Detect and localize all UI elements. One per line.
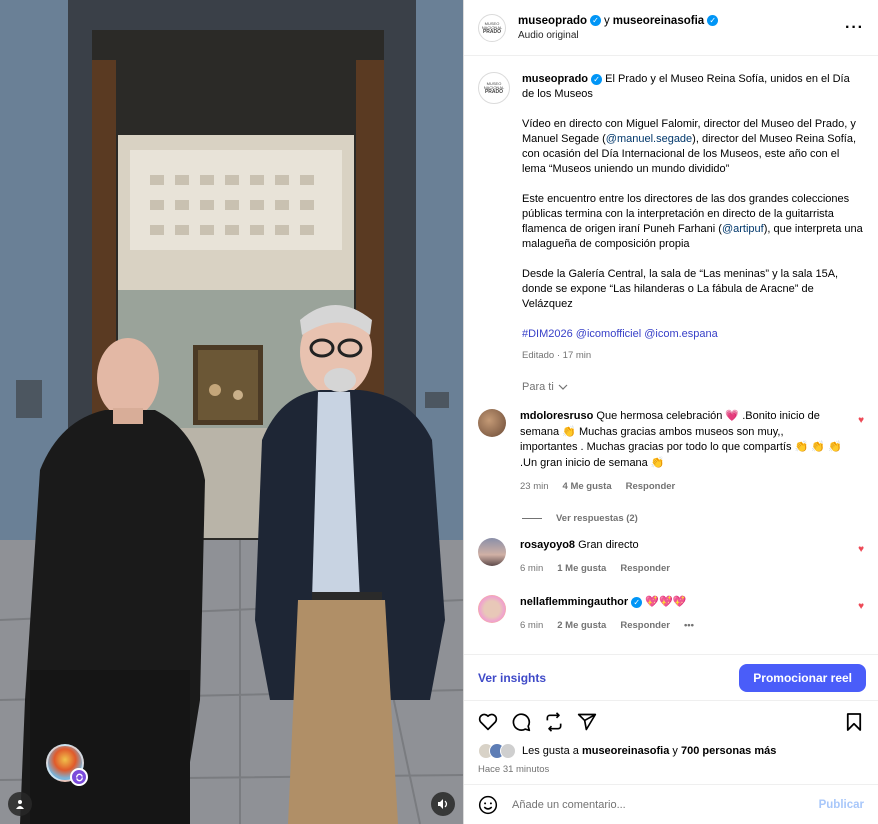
like-comment-icon[interactable]: ♥: [858, 601, 864, 612]
comment-time: 6 min: [520, 563, 544, 574]
verified-icon: ✓: [707, 15, 719, 26]
comments-scroll[interactable]: MUSEO NACIONAL PRADO museoprado ✓ El Prado…: [464, 56, 878, 654]
verified-icon: ✓: [590, 15, 602, 26]
commenter-avatar[interactable]: [478, 409, 506, 437]
commenter-username[interactable]: nellaflemmingauthor: [520, 596, 628, 608]
commenter-avatar[interactable]: [478, 594, 506, 623]
comment-item: nellaflemmingauthor ✓ 💖💖💖 6 min 2 Me gus…: [478, 594, 864, 634]
comment-time: 6 min: [520, 620, 544, 631]
comment-text: Gran directo: [578, 538, 639, 551]
likes-middle: y: [672, 745, 678, 757]
reel-video[interactable]: [0, 0, 463, 824]
sort-label: Para ti: [522, 381, 554, 393]
view-replies-label: Ver respuestas (2): [556, 512, 638, 524]
post-panel: MUSEO NACIONAL PRADO museoprado ✓ y museor…: [463, 0, 878, 824]
share-icon[interactable]: [577, 712, 597, 732]
comment-likes[interactable]: 1 Me gusta: [557, 561, 606, 577]
view-insights-link[interactable]: Ver insights: [478, 671, 546, 685]
reply-button[interactable]: Responder: [626, 479, 676, 495]
mention-link[interactable]: @manuel.segade: [606, 133, 692, 145]
commenter-username[interactable]: rosayoyo8: [520, 539, 575, 551]
likes-prefix: Les gusta a: [522, 745, 579, 757]
commenter-username[interactable]: mdoloresruso: [520, 410, 593, 422]
comment-more-icon[interactable]: •••: [684, 618, 694, 634]
mention-link[interactable]: @artipuf: [722, 223, 764, 235]
action-bar: [464, 700, 878, 742]
likes-summary[interactable]: Les gusta a museoreinasofia y 700 person…: [464, 742, 878, 760]
collab-badge-icon: [70, 768, 88, 786]
like-comment-icon[interactable]: ♥: [858, 544, 864, 555]
repost-icon[interactable]: [544, 711, 564, 732]
bookmark-icon[interactable]: [844, 712, 864, 732]
coauthor-link[interactable]: museoreinasofia: [613, 15, 704, 27]
edited-label: Editado · 17 min: [522, 350, 592, 361]
promote-reel-button[interactable]: Promocionar reel: [739, 663, 866, 692]
commenter-avatar[interactable]: [478, 537, 506, 566]
view-replies-button[interactable]: Ver respuestas (2): [522, 513, 864, 524]
comment-text: 💖💖💖: [645, 595, 687, 608]
caption-paragraph: Desde la Galería Central, la sala de “La…: [522, 268, 839, 310]
author-link[interactable]: museoprado: [518, 15, 587, 27]
post-header: MUSEO NACIONAL PRADO museoprado ✓ y museor…: [464, 0, 878, 56]
reply-button[interactable]: Responder: [620, 561, 670, 577]
video-frame: [0, 0, 463, 824]
more-options-icon[interactable]: ···: [845, 19, 864, 37]
post-time: Hace 31 minutos: [478, 764, 550, 775]
caption-username[interactable]: museoprado: [522, 73, 588, 85]
reply-button[interactable]: Responder: [620, 618, 670, 634]
insights-bar: Ver insights Promocionar reel: [464, 654, 878, 700]
likers-avatars: [478, 743, 516, 759]
comment-input[interactable]: [512, 798, 819, 811]
verified-icon: ✓: [591, 74, 603, 85]
audio-link[interactable]: Audio original: [518, 30, 845, 41]
heart-icon[interactable]: [478, 712, 498, 732]
likes-user[interactable]: museoreinasofia: [582, 745, 669, 757]
verified-icon: ✓: [631, 596, 643, 608]
publish-button[interactable]: Publicar: [819, 799, 864, 811]
chevron-down-icon: [558, 384, 568, 390]
emoji-icon[interactable]: [478, 795, 498, 815]
comment-icon[interactable]: [511, 712, 531, 732]
comment-likes[interactable]: 2 Me gusta: [557, 618, 606, 634]
volume-icon[interactable]: [431, 792, 455, 816]
hashtag-links[interactable]: #DIM2026 @icomofficiel @icom.espana: [522, 327, 864, 342]
comment-composer: Publicar: [464, 784, 878, 824]
caption-avatar[interactable]: MUSEO NACIONAL PRADO: [478, 72, 510, 104]
sort-dropdown[interactable]: Para ti: [522, 381, 864, 393]
author-connector: y: [604, 14, 610, 27]
museoprado-avatar[interactable]: MUSEO NACIONAL PRADO: [478, 13, 506, 42]
caption: MUSEO NACIONAL PRADO museoprado ✓ El Prado…: [478, 72, 864, 363]
likes-count[interactable]: 700 personas más: [681, 745, 776, 757]
comment-time: 23 min: [520, 481, 549, 492]
user-tag-icon[interactable]: [8, 792, 32, 816]
like-comment-icon[interactable]: ♥: [858, 415, 864, 426]
comment-item: rosayoyo8 Gran directo 6 min 1 Me gusta …: [478, 537, 864, 577]
comment-likes[interactable]: 4 Me gusta: [563, 479, 612, 495]
comment-item: mdoloresruso Que hermosa celebración 💗 .…: [478, 409, 864, 495]
